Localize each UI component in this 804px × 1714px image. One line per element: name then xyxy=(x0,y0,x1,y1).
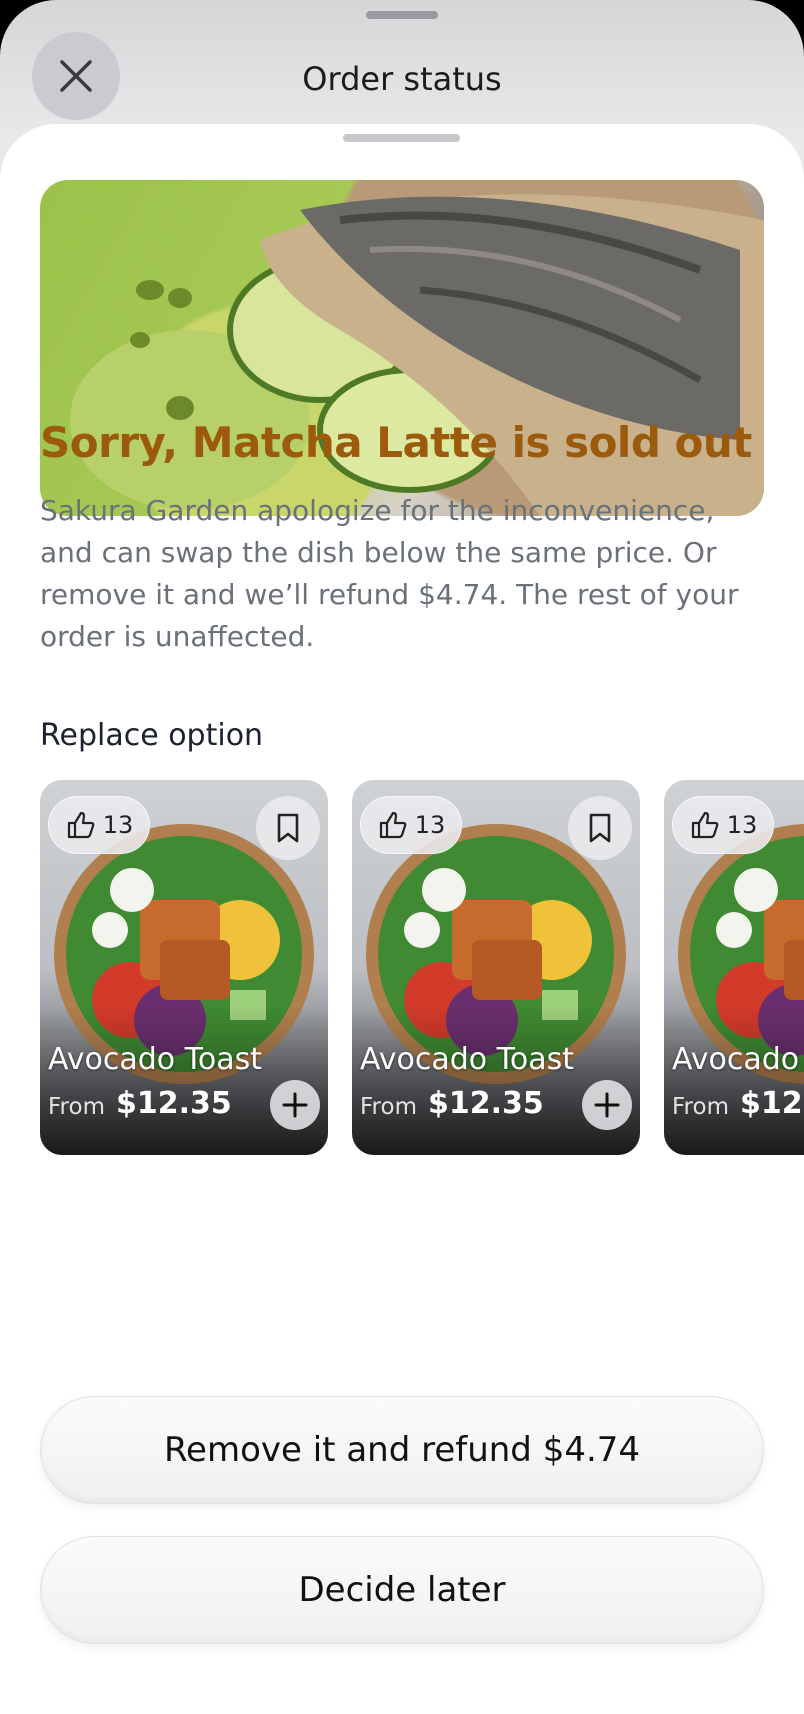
like-count: 13 xyxy=(414,811,446,839)
like-button[interactable]: 13 xyxy=(360,796,462,854)
replace-option-card[interactable]: 13 Avocado Toast From $12.35 xyxy=(40,780,328,1155)
add-button[interactable] xyxy=(270,1080,320,1130)
card-shade xyxy=(352,1005,640,1155)
dish-price: $12.35 xyxy=(428,1086,544,1121)
replace-option-card[interactable]: 13 Avocado Toast From $12.35 xyxy=(352,780,640,1155)
replace-options-list[interactable]: 13 Avocado Toast From $12.35 13 Avocado … xyxy=(40,780,804,1160)
dish-price: $12.35 xyxy=(116,1086,232,1121)
thumbs-up-icon xyxy=(379,811,407,839)
dish-name: Avocado Toast xyxy=(672,1042,804,1077)
decide-later-button[interactable]: Decide later xyxy=(40,1536,764,1644)
price-from-label: From xyxy=(360,1094,417,1120)
price-from-label: From xyxy=(48,1094,105,1120)
like-button[interactable]: 13 xyxy=(48,796,150,854)
bookmark-button[interactable] xyxy=(568,796,632,860)
thumbs-up-icon xyxy=(691,811,719,839)
bookmark-icon xyxy=(589,813,611,843)
card-shade xyxy=(664,1005,804,1155)
like-count: 13 xyxy=(726,811,758,839)
dish-price: $12.35 xyxy=(740,1086,804,1121)
sold-out-description: Sakura Garden apologize for the inconven… xyxy=(40,494,739,653)
dish-name: Avocado Toast xyxy=(48,1042,263,1077)
plus-icon xyxy=(594,1092,620,1118)
replace-option-label: Replace option xyxy=(40,718,264,753)
bookmark-button[interactable] xyxy=(256,796,320,860)
dish-name: Avocado Toast xyxy=(360,1042,575,1077)
bookmark-icon xyxy=(277,813,299,843)
page-title: Order status xyxy=(302,60,502,98)
sold-out-title: Sorry, Matcha Latte is sold out xyxy=(40,418,752,467)
top-drag-handle[interactable] xyxy=(366,11,438,19)
like-count: 13 xyxy=(102,811,134,839)
like-button[interactable]: 13 xyxy=(672,796,774,854)
sheet-drag-handle[interactable] xyxy=(343,134,460,142)
add-button[interactable] xyxy=(582,1080,632,1130)
replace-option-card[interactable]: 13 Avocado Toast From $12.35 xyxy=(664,780,804,1155)
thumbs-up-icon xyxy=(67,811,95,839)
card-shade xyxy=(40,1005,328,1155)
price-from-label: From xyxy=(672,1094,729,1120)
plus-icon xyxy=(282,1092,308,1118)
remove-and-refund-button[interactable]: Remove it and refund $4.74 xyxy=(40,1396,764,1504)
